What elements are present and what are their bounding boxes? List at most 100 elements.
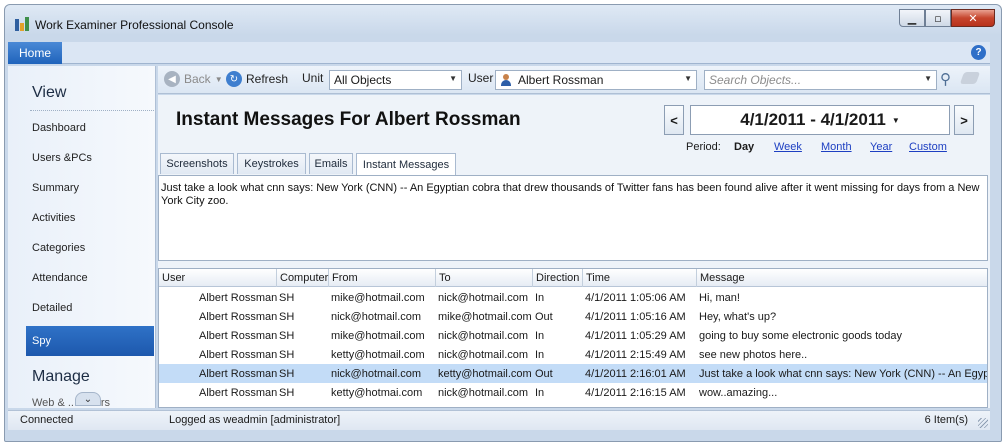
- user-icon: [500, 74, 512, 86]
- cell-user: Albert Rossman: [199, 291, 277, 304]
- cell-direction: Out: [535, 310, 553, 323]
- table-row[interactable]: Albert Rossman SH nick@hotmail.com ketty@ho…: [159, 364, 987, 383]
- next-period-button[interactable]: >: [954, 105, 974, 135]
- cell-direction: In: [535, 291, 545, 304]
- tab-emails[interactable]: Emails: [309, 153, 353, 174]
- eraser-icon[interactable]: [959, 72, 981, 84]
- sidebar-item-dashboard[interactable]: Dashboard: [26, 113, 154, 143]
- date-range-select[interactable]: 4/1/2011 - 4/1/2011 ▼: [690, 105, 950, 135]
- cell-from: ketty@hotmail.com: [331, 348, 425, 361]
- table-row[interactable]: Albert Rossman SH mike@hotmail.com nick@hot…: [159, 326, 987, 345]
- table-row[interactable]: Albert Rossman SH mike@hotmail.com nick@hot…: [159, 288, 987, 307]
- sidebar-item-detailed[interactable]: Detailed: [26, 293, 154, 323]
- minimize-button[interactable]: ▁: [899, 9, 925, 27]
- date-range-value: 4/1/2011 - 4/1/2011: [740, 110, 886, 129]
- refresh-button[interactable]: ↻ Refresh: [226, 71, 288, 87]
- home-tab[interactable]: Home: [8, 42, 62, 64]
- cell-message: Hey, what's up?: [699, 310, 777, 323]
- cell-message: Just take a look what cnn says: New York…: [699, 367, 988, 380]
- cell-to: mike@hotmail.com: [438, 310, 532, 323]
- search-placeholder: Search Objects...: [709, 73, 802, 87]
- user-label: User: [468, 71, 494, 85]
- close-button[interactable]: ✕: [951, 9, 995, 27]
- column-header-message[interactable]: Message: [697, 269, 987, 287]
- cell-user: Albert Rossman: [199, 348, 277, 361]
- tab-keystrokes[interactable]: Keystrokes: [237, 153, 306, 174]
- cell-direction: In: [535, 386, 545, 399]
- period-custom-link[interactable]: Custom: [909, 141, 947, 153]
- status-bar: Connected Logged as weadmin [administrat…: [8, 410, 990, 430]
- column-header-from[interactable]: From: [329, 269, 436, 287]
- sidebar-item-summary[interactable]: Summary: [26, 173, 154, 203]
- tab-screenshots[interactable]: Screenshots: [160, 153, 234, 174]
- cell-time: 4/1/2011 2:16:15 AM: [585, 386, 686, 399]
- cell-user: Albert Rossman: [199, 310, 277, 323]
- app-logo-icon: [14, 16, 30, 32]
- sidebar-divider: [30, 110, 154, 111]
- column-header-to[interactable]: To: [436, 269, 533, 287]
- resize-grip[interactable]: [978, 418, 988, 428]
- cell-computer: SH: [279, 348, 295, 361]
- chevron-down-icon: ▼: [449, 74, 457, 83]
- prev-period-button[interactable]: <: [664, 105, 684, 135]
- logged-as-status: Logged as weadmin [administrator]: [169, 414, 341, 426]
- period-day[interactable]: Day: [734, 141, 754, 153]
- cell-from: mike@hotmail.com: [331, 329, 425, 342]
- messages-table: User Computer From To Direction Time Mes…: [158, 268, 988, 408]
- cell-from: nick@hotmail.com: [331, 367, 422, 380]
- sidebar-item-activities[interactable]: Activities: [26, 203, 154, 233]
- period-month-link[interactable]: Month: [821, 141, 852, 153]
- search-icon[interactable]: ⚲: [940, 70, 951, 88]
- column-header-time[interactable]: Time: [583, 269, 697, 287]
- back-button[interactable]: ◀ Back ▼: [164, 71, 223, 87]
- column-header-direction[interactable]: Direction: [533, 269, 583, 287]
- period-label: Period:: [686, 141, 721, 153]
- cell-message: see new photos here..: [699, 348, 808, 361]
- sidebar-item-attendance[interactable]: Attendance: [26, 263, 154, 293]
- cell-to: nick@hotmail.com: [438, 386, 529, 399]
- chevron-down-icon: ▼: [891, 115, 900, 125]
- cell-direction: In: [535, 348, 545, 361]
- cell-time: 4/1/2011 1:05:29 AM: [585, 329, 686, 342]
- tab-instant-messages[interactable]: Instant Messages: [356, 153, 456, 175]
- unit-label: Unit: [302, 71, 324, 85]
- message-preview: Just take a look what cnn says: New York…: [158, 175, 988, 261]
- cell-time: 4/1/2011 1:05:06 AM: [585, 291, 686, 304]
- table-header: User Computer From To Direction Time Mes…: [159, 269, 987, 287]
- user-select[interactable]: Albert Rossman ▼: [495, 70, 697, 90]
- sidebar-item-users-pcs[interactable]: Users &PCs: [26, 143, 154, 173]
- cell-computer: SH: [279, 291, 295, 304]
- sidebar-manage-heading: Manage: [32, 368, 90, 385]
- cell-message: wow..amazing...: [699, 386, 778, 399]
- table-row[interactable]: Albert Rossman SH ketty@hotmail.com nick@ho…: [159, 345, 987, 364]
- help-icon[interactable]: ?: [971, 45, 986, 60]
- chevron-down-icon: ▼: [924, 74, 932, 83]
- unit-select[interactable]: All Objects ▼: [329, 70, 462, 90]
- cell-to: nick@hotmail.com: [438, 348, 529, 361]
- search-input[interactable]: Search Objects... ▼: [704, 70, 937, 90]
- back-arrow-icon: ◀: [164, 71, 180, 87]
- cell-to: nick@hotmail.com: [438, 291, 529, 304]
- cell-direction: In: [535, 329, 545, 342]
- period-week-link[interactable]: Week: [774, 141, 802, 153]
- period-year-link[interactable]: Year: [870, 141, 892, 153]
- connection-status: Connected: [20, 414, 74, 426]
- cell-direction: Out: [535, 367, 553, 380]
- chevron-down-icon[interactable]: ⌄: [75, 392, 101, 406]
- sidebar-item-spy[interactable]: Spy: [26, 326, 154, 356]
- cell-computer: SH: [279, 329, 295, 342]
- sidebar: View Dashboard Users &PCs Summary Activi…: [8, 66, 156, 408]
- cell-from: nick@hotmail.com: [331, 310, 422, 323]
- table-row[interactable]: Albert Rossman SH ketty@hotmai.com nick@hot…: [159, 383, 987, 402]
- item-count: 6 Item(s): [924, 414, 968, 426]
- cell-time: 4/1/2011 1:05:16 AM: [585, 310, 686, 323]
- cell-to: nick@hotmail.com: [438, 329, 529, 342]
- column-header-computer[interactable]: Computer: [277, 269, 329, 287]
- sidebar-item-categories[interactable]: Categories: [26, 233, 154, 263]
- unit-value: All Objects: [334, 73, 392, 87]
- cell-message: Hi, man!: [699, 291, 740, 304]
- maximize-button[interactable]: ▫: [925, 9, 951, 27]
- refresh-icon: ↻: [226, 71, 242, 87]
- column-header-user[interactable]: User: [159, 269, 277, 287]
- table-row[interactable]: Albert Rossman SH nick@hotmail.com mike@hot…: [159, 307, 987, 326]
